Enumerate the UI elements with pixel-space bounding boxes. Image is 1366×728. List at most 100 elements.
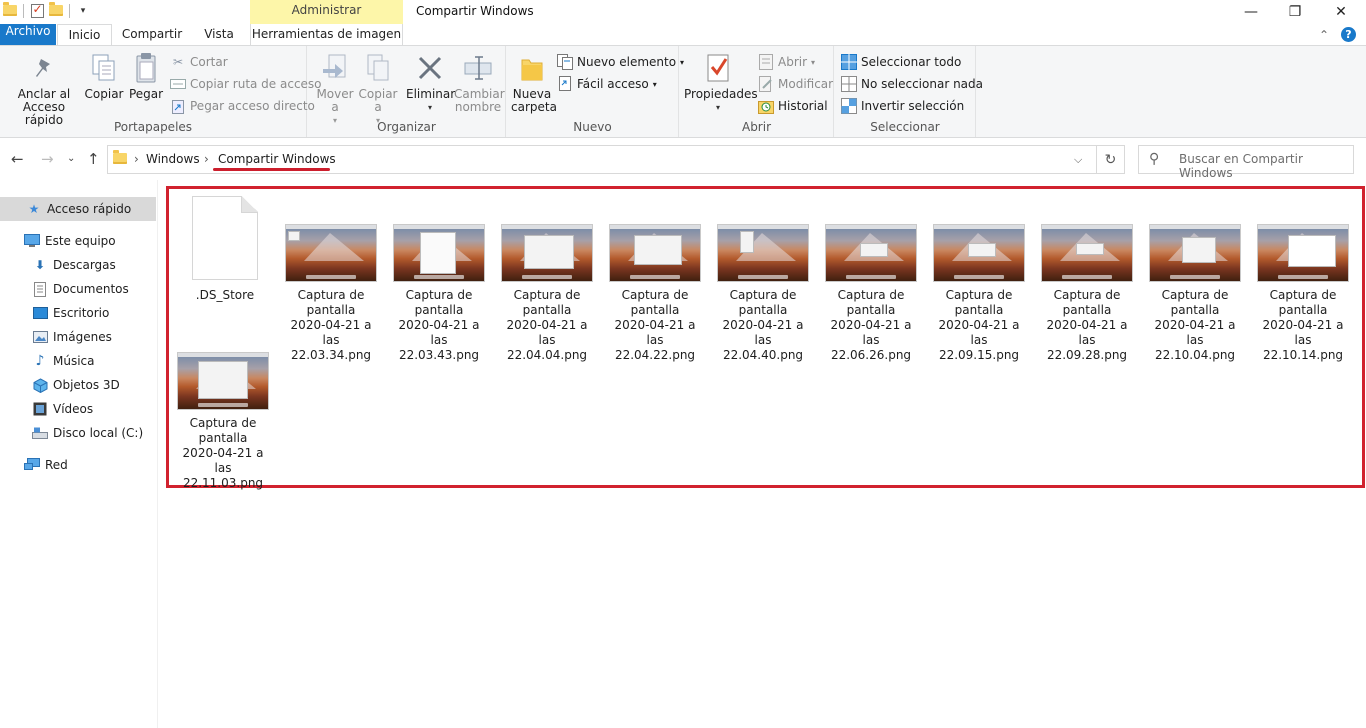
nav-item-desktop[interactable]: Escritorio (0, 301, 156, 325)
nav-item-documents[interactable]: Documentos (0, 277, 156, 301)
file-item[interactable]: Captura de pantalla 2020-04-21 a las 22.… (281, 224, 381, 363)
tab-home[interactable]: Inicio (57, 24, 112, 46)
tab-picture-tools-label: Herramientas de imagen (251, 27, 402, 41)
invert-selection-button[interactable]: Invertir selección (841, 97, 964, 115)
properties-qat-button[interactable] (29, 2, 45, 19)
file-item[interactable]: .DS_Store (175, 196, 275, 303)
file-name-line: pantalla (198, 431, 248, 445)
image-thumbnail (1149, 224, 1241, 282)
nav-item-local-disk[interactable]: Disco local (C:) (0, 421, 156, 445)
nav-item-quick-access[interactable]: ★ Acceso rápido (0, 197, 156, 221)
file-name-line: 22.09.28.png (1046, 348, 1128, 362)
pin-icon (28, 52, 60, 84)
file-item[interactable]: Captura de pantalla 2020-04-21 a las 22.… (173, 352, 273, 491)
new-folder-label: Nueva carpeta (511, 87, 557, 114)
file-name-line: 2020-04-21 a las (722, 318, 804, 347)
delete-button[interactable]: Eliminar ▾ (406, 52, 455, 114)
star-icon: ★ (28, 202, 40, 216)
maximize-button[interactable]: ❐ (1272, 0, 1318, 24)
edit-button[interactable]: Modificar (758, 75, 833, 93)
select-none-button[interactable]: No seleccionar nada (841, 75, 983, 93)
file-item[interactable]: Captura de pantalla 2020-04-21 a las 22.… (713, 224, 813, 363)
breadcrumb-compartir-windows[interactable]: Compartir Windows (218, 152, 336, 166)
breadcrumb-separator-icon[interactable]: › (134, 152, 139, 166)
file-name-line: Captura de (945, 288, 1013, 302)
search-box[interactable]: ⚲ Buscar en Compartir Windows (1138, 145, 1354, 180)
open-button[interactable]: Abrir ▾ (758, 53, 815, 71)
history-button[interactable]: Historial (758, 97, 828, 115)
new-folder-button[interactable]: Nueva carpeta (511, 52, 557, 114)
search-placeholder: Buscar en Compartir Windows (1179, 152, 1303, 180)
invert-selection-icon (841, 98, 857, 114)
ribbon: Anclar al Acceso rápido Copiar Pegar ✂ C… (0, 45, 1366, 138)
up-arrow-icon[interactable]: ↑ (87, 150, 100, 168)
help-icon[interactable]: ? (1341, 27, 1356, 42)
paste-shortcut-button[interactable]: Pegar acceso directo (170, 97, 315, 115)
file-item[interactable]: Captura de pantalla 2020-04-21 a las 22.… (929, 224, 1029, 363)
new-item-button[interactable]: Nuevo elemento ▾ (557, 53, 684, 71)
clipboard-group-label: Portapapeles (113, 120, 193, 134)
nav-label: Objetos 3D (53, 378, 120, 392)
copy-path-button[interactable]: Copiar ruta de acceso (170, 75, 322, 93)
delete-dropdown-icon: ▾ (427, 103, 432, 112)
paste-button[interactable]: Pegar (126, 52, 166, 101)
properties-button[interactable]: Propiedades ▾ (684, 52, 758, 114)
nav-label: Acceso rápido (47, 202, 132, 216)
nav-item-network[interactable]: Red (0, 453, 156, 477)
tab-file[interactable]: Archivo (0, 24, 56, 45)
nav-item-3d-objects[interactable]: Objetos 3D (0, 373, 156, 397)
easy-access-button[interactable]: Fácil acceso ▾ (557, 75, 657, 93)
file-item[interactable]: Captura de pantalla 2020-04-21 a las 22.… (1253, 224, 1353, 363)
file-name-line: pantalla (1062, 303, 1112, 317)
navigation-bar: ← → ⌄ ↑ › Windows › Compartir Windows ⌵ … (0, 138, 1366, 180)
file-name-line: 22.10.14.png (1262, 348, 1344, 362)
tab-view[interactable]: Vista (192, 24, 246, 45)
easy-access-icon (557, 76, 573, 92)
collapse-ribbon-button[interactable]: ⌃ (1319, 28, 1329, 42)
tab-share[interactable]: Compartir (118, 24, 186, 45)
file-name-line: 2020-04-21 a las (938, 318, 1020, 347)
recent-locations-chevron-icon[interactable]: ⌄ (67, 153, 75, 164)
breadcrumb-windows[interactable]: Windows (146, 152, 200, 166)
rename-button[interactable]: Cambiar nombre (454, 52, 505, 114)
minimize-button[interactable]: — (1228, 0, 1274, 24)
file-list-highlight-box: .DS_Store Captura de pantalla 2020-04-21… (166, 186, 1365, 491)
nav-item-music[interactable]: ♪ Música (0, 349, 156, 373)
nav-item-this-pc[interactable]: Este equipo (0, 229, 156, 253)
open-group: Propiedades ▾ Abrir ▾ Modificar Historia… (680, 46, 834, 137)
nav-item-downloads[interactable]: ⬇ Descargas (0, 253, 156, 277)
select-none-icon (841, 76, 857, 92)
new-folder-qat-button[interactable] (48, 2, 64, 19)
copy-label: Copiar (84, 87, 124, 101)
nav-label: Descargas (53, 258, 116, 272)
file-item[interactable]: Captura de pantalla 2020-04-21 a las 22.… (389, 224, 489, 363)
back-arrow-icon[interactable]: ← (11, 150, 24, 168)
close-button[interactable]: ✕ (1318, 0, 1364, 24)
nav-label: Imágenes (53, 330, 112, 344)
address-dropdown-icon[interactable]: ⌵ (1074, 153, 1082, 167)
forward-arrow-icon[interactable]: → (41, 150, 54, 168)
tab-picture-tools[interactable]: Herramientas de imagen (250, 24, 403, 45)
nav-item-pictures[interactable]: Imágenes (0, 325, 156, 349)
copy-button[interactable]: Copiar (84, 52, 124, 101)
file-item[interactable]: Captura de pantalla 2020-04-21 a las 22.… (1145, 224, 1245, 363)
nav-item-videos[interactable]: Vídeos (0, 397, 156, 421)
pin-quick-access-button[interactable]: Anclar al Acceso rápido (4, 52, 84, 127)
file-item[interactable]: Captura de pantalla 2020-04-21 a las 22.… (497, 224, 597, 363)
paste-label: Pegar (128, 87, 164, 101)
file-item[interactable]: Captura de pantalla 2020-04-21 a las 22.… (821, 224, 921, 363)
file-name-line: 2020-04-21 a las (1262, 318, 1344, 347)
copy-to-button[interactable]: Copiar a ▾ (358, 52, 398, 127)
cut-button[interactable]: ✂ Cortar (170, 53, 228, 71)
select-none-label: No seleccionar nada (861, 77, 983, 91)
image-thumbnail (717, 224, 809, 282)
breadcrumb-separator-icon[interactable]: › (204, 152, 209, 166)
file-item[interactable]: Captura de pantalla 2020-04-21 a las 22.… (1037, 224, 1137, 363)
folder-icon (2, 2, 18, 19)
file-name-line: 22.04.04.png (506, 348, 588, 362)
refresh-icon[interactable]: ↻ (1097, 145, 1125, 174)
select-all-button[interactable]: Seleccionar todo (841, 53, 961, 71)
customize-qat-dropdown[interactable]: ▾ (75, 2, 91, 19)
move-to-button[interactable]: Mover a ▾ (314, 52, 356, 127)
file-item[interactable]: Captura de pantalla 2020-04-21 a las 22.… (605, 224, 705, 363)
